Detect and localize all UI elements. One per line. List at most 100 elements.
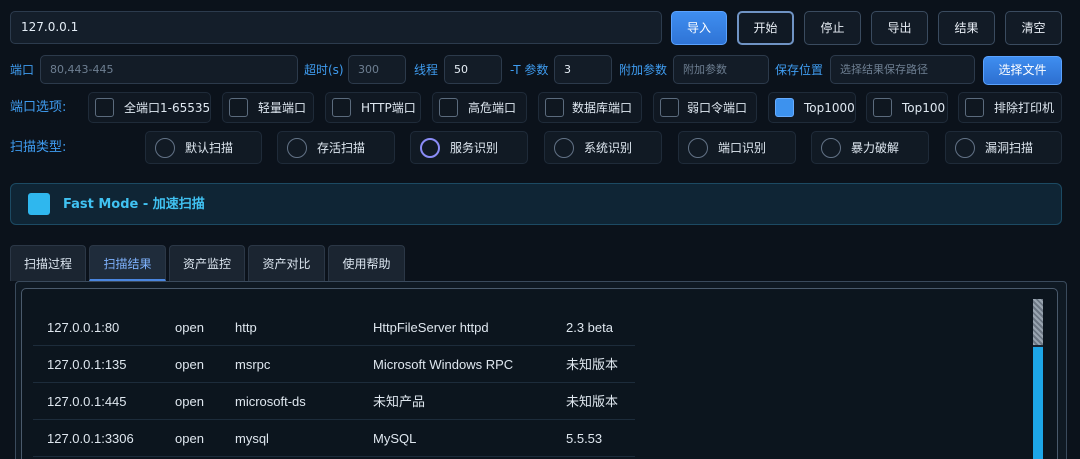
scan-type-label: 扫描类型: [10,140,67,155]
scan-type-alive[interactable]: 存活扫描 [277,131,395,164]
timeout-label: 超时(s) [304,63,344,77]
radio-selected-icon[interactable] [420,138,440,158]
service-cell: mysql [235,431,269,446]
service-cell: http [235,320,257,335]
scan-type-text: 服务识别 [450,141,499,155]
radio-icon[interactable] [688,138,708,158]
export-button[interactable]: 导出 [871,11,928,45]
version-cell: 2.3 beta [566,320,613,335]
tab-asset-compare[interactable]: 资产对比 [248,245,325,281]
port-option-label: HTTP端口 [361,101,416,115]
port-option-all[interactable]: 全端口1-65535 [88,92,211,123]
t-param-input[interactable]: 3 [554,55,612,84]
radio-icon[interactable] [554,138,574,158]
checkbox-icon[interactable] [965,98,984,117]
scan-type-bruteforce[interactable]: 暴力破解 [811,131,929,164]
checkbox-checked-icon[interactable] [775,98,794,117]
fast-mode-label: Fast Mode - 加速扫描 [63,197,205,212]
scan-type-os[interactable]: 系统识别 [544,131,662,164]
t-param-label: -T 参数 [510,63,549,77]
checkbox-icon[interactable] [95,98,114,117]
radio-icon[interactable] [155,138,175,158]
extra-params-input[interactable]: 附加参数 [673,55,769,84]
port-option-light[interactable]: 轻量端口 [222,92,314,123]
address-cell: 127.0.0.1:445 [47,394,127,409]
clear-button[interactable]: 清空 [1005,11,1062,45]
save-path-input[interactable]: 选择结果保存路径 [830,55,975,84]
checkbox-icon[interactable] [545,98,564,117]
port-option-label: Top1000 [804,101,855,115]
threads-input[interactable]: 50 [444,55,502,84]
checkbox-icon[interactable] [660,98,679,117]
port-option-label: 高危端口 [468,101,517,115]
threads-label: 线程 [414,63,439,77]
timeout-input[interactable]: 300 [348,55,406,84]
tab-scan-process[interactable]: 扫描过程 [10,245,86,281]
address-cell: 127.0.0.1:3306 [47,431,134,446]
state-cell: open [175,320,204,335]
product-cell: 未知产品 [373,394,426,409]
version-cell: 5.5.53 [566,431,603,446]
table-row: 127.0.0.1:135 open msrpc Microsoft Windo… [33,346,635,383]
address-cell: 127.0.0.1:80 [47,320,120,335]
save-path-label: 保存位置 [775,63,824,77]
extra-params-label: 附加参数 [619,63,668,77]
table-row: 127.0.0.1:3306 open mysql MySQL 5.5.53 [33,420,635,457]
tab-asset-monitor[interactable]: 资产监控 [169,245,245,281]
stop-button[interactable]: 停止 [804,11,861,45]
service-cell: msrpc [235,357,271,372]
radio-icon[interactable] [821,138,841,158]
port-option-weak-password[interactable]: 弱口令端口 [653,92,757,123]
tab-help[interactable]: 使用帮助 [328,245,405,281]
scrollbar-top-handle[interactable] [1033,299,1043,345]
port-option-label: 数据库端口 [572,101,633,115]
checkbox-icon[interactable] [439,98,458,117]
checkbox-icon[interactable] [229,98,248,117]
scan-type-port[interactable]: 端口识别 [678,131,796,164]
port-option-top1000[interactable]: Top1000 [768,92,856,123]
scan-type-text: 默认扫描 [185,141,234,155]
table-row: 127.0.0.1:80 open http HttpFileServer ht… [33,309,635,346]
state-cell: open [175,394,204,409]
version-cell: 未知版本 [566,394,619,409]
product-cell: Microsoft Windows RPC [373,357,514,372]
state-cell: open [175,431,204,446]
port-option-label: Top100 [902,101,946,115]
table-row: 127.0.0.1:445 open microsoft-ds 未知产品 未知版… [33,383,635,420]
fast-mode-toggle[interactable]: Fast Mode - 加速扫描 [10,183,1062,225]
radio-icon[interactable] [955,138,975,158]
checkbox-checked-icon[interactable] [28,193,50,215]
choose-file-button[interactable]: 选择文件 [983,56,1062,85]
port-option-label: 排除打印机 [994,101,1055,115]
checkbox-icon[interactable] [332,98,351,117]
service-cell: microsoft-ds [235,394,306,409]
import-button[interactable]: 导入 [671,11,727,45]
port-option-label: 轻量端口 [258,101,307,115]
port-option-label: 弱口令端口 [687,101,748,115]
scan-type-text: 系统识别 [584,141,633,155]
port-input[interactable]: 80,443-445 [40,55,298,84]
scan-type-default[interactable]: 默认扫描 [145,131,262,164]
port-option-top100[interactable]: Top100 [866,92,948,123]
port-option-http[interactable]: HTTP端口 [325,92,421,123]
port-option-high-risk[interactable]: 高危端口 [432,92,527,123]
radio-icon[interactable] [287,138,307,158]
version-cell: 未知版本 [566,357,619,372]
scan-type-text: 端口识别 [718,141,767,155]
port-option-database[interactable]: 数据库端口 [538,92,642,123]
product-cell: MySQL [373,431,417,446]
scan-type-vuln[interactable]: 漏洞扫描 [945,131,1062,164]
scan-type-service[interactable]: 服务识别 [410,131,528,164]
address-cell: 127.0.0.1:135 [47,357,127,372]
product-cell: HttpFileServer httpd [373,320,489,335]
state-cell: open [175,357,204,372]
target-input[interactable]: 127.0.0.1 [10,11,662,44]
scan-type-text: 漏洞扫描 [985,141,1034,155]
results-button[interactable]: 结果 [938,11,995,45]
port-options-label: 端口选项: [10,100,67,115]
port-option-exclude-printer[interactable]: 排除打印机 [958,92,1062,123]
start-button[interactable]: 开始 [737,11,794,45]
tab-scan-results[interactable]: 扫描结果 [89,245,166,281]
checkbox-icon[interactable] [873,98,892,117]
scrollbar-thumb[interactable] [1033,347,1043,459]
